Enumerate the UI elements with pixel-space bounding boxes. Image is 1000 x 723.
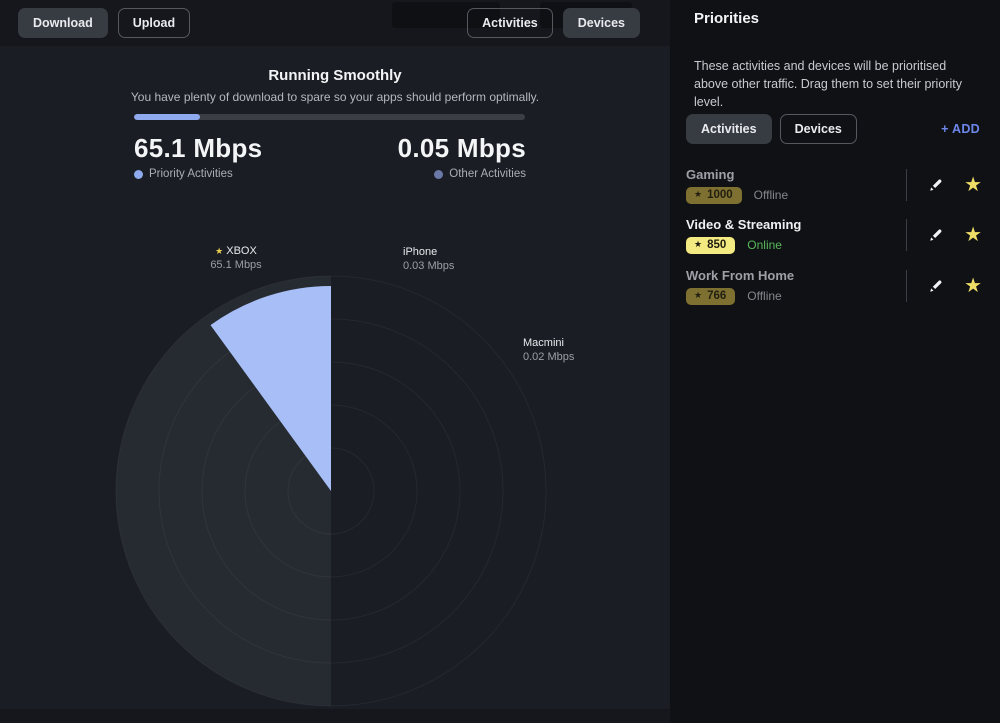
priority-name: Gaming	[686, 167, 788, 182]
other-activities-label: Other Activities	[449, 168, 526, 180]
priority-score-badge: ★ 766	[686, 288, 735, 305]
download-button[interactable]: Download	[18, 8, 108, 38]
row-divider	[906, 219, 907, 251]
priority-name: Work From Home	[686, 268, 794, 283]
edit-button[interactable]	[925, 225, 946, 246]
bandwidth-usage-bar	[134, 114, 525, 120]
status-subtitle: You have plenty of download to spare so …	[0, 90, 670, 104]
favorite-button[interactable]: ★	[962, 223, 984, 247]
priority-score-badge: ★ 850	[686, 237, 735, 254]
iphone-name: iPhone	[403, 245, 454, 259]
priorities-panel: Priorities These activities and devices …	[670, 0, 1000, 723]
edit-button[interactable]	[925, 276, 946, 297]
priority-row-video-streaming[interactable]: Video & Streaming ★ 850 Online	[686, 213, 984, 257]
xbox-name: XBOX	[226, 245, 257, 257]
usage-panel: Download Upload Activities Devices Runni…	[0, 0, 670, 723]
view-toggle: Activities Devices	[467, 8, 640, 38]
favorite-button[interactable]: ★	[962, 173, 984, 197]
direction-toggle: Download Upload	[18, 8, 190, 38]
upload-button[interactable]: Upload	[118, 8, 190, 38]
star-icon: ★	[694, 239, 702, 250]
priority-row-gaming[interactable]: Gaming ★ 1000 Offline	[686, 163, 984, 207]
bandwidth-dashboard: Download Upload Activities Devices Runni…	[0, 0, 1000, 723]
priorities-tabs: Activities Devices	[686, 114, 857, 144]
other-activities-stat: 0.05 Mbps Other Activities	[398, 133, 526, 180]
priorities-description: These activities and devices will be pri…	[694, 57, 976, 111]
tab-devices[interactable]: Devices	[780, 114, 857, 144]
priority-activities-label: Priority Activities	[149, 168, 233, 180]
status-title: Running Smoothly	[0, 67, 670, 84]
other-dot-icon	[434, 170, 443, 179]
star-icon: ★	[964, 225, 982, 245]
status-badge: Offline	[747, 289, 781, 303]
priority-row-work-from-home[interactable]: Work From Home ★ 766 Offline	[686, 264, 984, 308]
bottom-strip	[0, 709, 670, 723]
status-badge: Offline	[754, 188, 788, 202]
star-icon: ★	[964, 276, 982, 296]
radial-usage-chart	[101, 261, 561, 721]
bandwidth-usage-fill	[134, 114, 200, 120]
edit-button[interactable]	[925, 175, 946, 196]
priorities-title: Priorities	[694, 10, 759, 27]
devices-view-button[interactable]: Devices	[563, 8, 640, 38]
usage-stats: 65.1 Mbps Priority Activities 0.05 Mbps …	[134, 133, 526, 180]
pencil-icon	[927, 278, 944, 295]
top-toolbar: Download Upload Activities Devices	[0, 0, 670, 46]
priority-score: 1000	[707, 189, 733, 201]
star-icon: ★	[215, 246, 223, 256]
priority-score-badge: ★ 1000	[686, 187, 742, 204]
star-icon: ★	[694, 290, 702, 301]
status-badge: Online	[747, 238, 782, 252]
pencil-icon	[927, 227, 944, 244]
pencil-icon	[927, 177, 944, 194]
star-icon: ★	[964, 175, 982, 195]
priority-score: 766	[707, 290, 726, 302]
activities-view-button[interactable]: Activities	[467, 8, 553, 38]
priority-name: Video & Streaming	[686, 217, 801, 232]
row-divider	[906, 270, 907, 302]
priority-dot-icon	[134, 170, 143, 179]
favorite-button[interactable]: ★	[962, 274, 984, 298]
priority-score: 850	[707, 239, 726, 251]
other-activities-value: 0.05 Mbps	[398, 133, 526, 164]
add-priority-button[interactable]: + ADD	[941, 122, 980, 136]
priority-activities-stat: 65.1 Mbps Priority Activities	[134, 133, 262, 180]
tab-activities[interactable]: Activities	[686, 114, 772, 144]
row-divider	[906, 169, 907, 201]
priority-activities-value: 65.1 Mbps	[134, 133, 262, 164]
star-icon: ★	[694, 189, 702, 200]
